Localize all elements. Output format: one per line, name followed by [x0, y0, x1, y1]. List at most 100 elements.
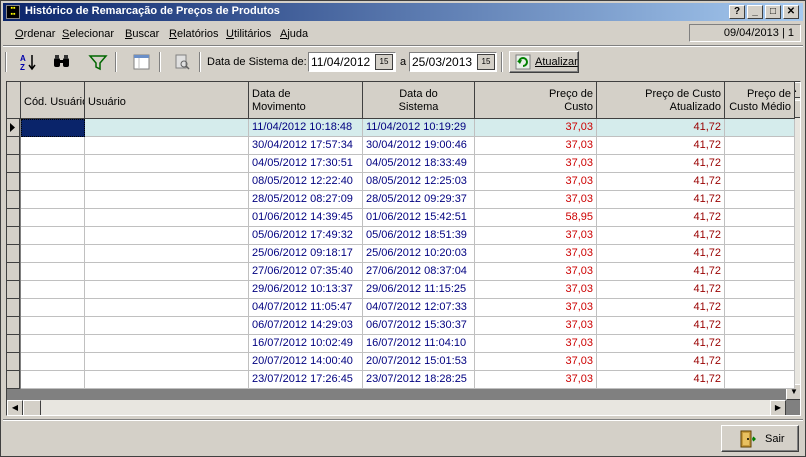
row-header[interactable] — [7, 371, 20, 389]
table-cell[interactable] — [21, 353, 85, 371]
table-cell[interactable]: 11/04/2012 10:18:48 — [249, 119, 363, 137]
table-cell[interactable] — [85, 335, 249, 353]
table-cell[interactable]: 41,72 — [597, 137, 725, 155]
table-cell[interactable]: 41,72 — [597, 371, 725, 389]
table-cell[interactable]: 41,72 — [597, 227, 725, 245]
row-header[interactable] — [7, 263, 20, 281]
row-header[interactable] — [7, 191, 20, 209]
table-cell[interactable] — [725, 335, 795, 353]
table-cell[interactable]: 30/04/2012 19:00:46 — [363, 137, 475, 155]
table-cell[interactable]: 27/06/2012 07:35:40 — [249, 263, 363, 281]
table-cell[interactable] — [21, 371, 85, 389]
table-cell[interactable]: 04/05/2012 17:30:51 — [249, 155, 363, 173]
table-cell[interactable] — [725, 119, 795, 137]
table-cell[interactable] — [85, 299, 249, 317]
column-header[interactable]: Cód. Usuário — [21, 82, 85, 119]
table-cell[interactable]: 37,03 — [475, 353, 597, 371]
menu-ordenar[interactable]: Ordenar — [15, 28, 55, 40]
table-cell[interactable]: 29/06/2012 11:15:25 — [363, 281, 475, 299]
table-cell[interactable] — [21, 137, 85, 155]
calendar-from-icon[interactable]: 15 — [375, 54, 393, 70]
column-header[interactable]: Usuário — [85, 82, 249, 119]
table-cell[interactable]: 23/07/2012 17:26:45 — [249, 371, 363, 389]
binoculars-icon[interactable] — [51, 52, 73, 72]
table-cell[interactable] — [21, 173, 85, 191]
table-cell[interactable]: 30/04/2012 17:57:34 — [249, 137, 363, 155]
grid-view-icon[interactable] — [131, 52, 153, 72]
table-cell[interactable]: 37,03 — [475, 245, 597, 263]
table-cell[interactable]: 28/05/2012 08:27:09 — [249, 191, 363, 209]
table-cell[interactable]: 37,03 — [475, 335, 597, 353]
table-cell[interactable]: 11/04/2012 10:19:29 — [363, 119, 475, 137]
horizontal-scrollbar[interactable]: ◀ ▶ — [7, 400, 786, 415]
table-cell[interactable] — [85, 353, 249, 371]
table-cell[interactable]: 41,72 — [597, 335, 725, 353]
print-preview-icon[interactable] — [171, 52, 193, 72]
table-cell[interactable]: 08/05/2012 12:22:40 — [249, 173, 363, 191]
table-cell[interactable]: 29/06/2012 10:13:37 — [249, 281, 363, 299]
table-cell[interactable] — [725, 263, 795, 281]
table-cell[interactable]: 41,72 — [597, 353, 725, 371]
table-cell[interactable]: 01/06/2012 14:39:45 — [249, 209, 363, 227]
column-header[interactable]: Preço de Custo Médio — [725, 82, 795, 119]
table-cell[interactable]: 37,03 — [475, 119, 597, 137]
row-header[interactable] — [7, 173, 20, 191]
column-header[interactable]: Preço de Custo Atualizado — [597, 82, 725, 119]
table-cell[interactable]: 25/06/2012 09:18:17 — [249, 245, 363, 263]
table-cell[interactable] — [725, 317, 795, 335]
table-cell[interactable]: 28/05/2012 09:29:37 — [363, 191, 475, 209]
table-cell[interactable] — [725, 155, 795, 173]
table-cell[interactable]: 37,03 — [475, 263, 597, 281]
table-cell[interactable]: 20/07/2012 14:00:40 — [249, 353, 363, 371]
table-cell[interactable] — [85, 191, 249, 209]
menu-selecionar[interactable]: Selecionar — [62, 28, 114, 40]
table-cell[interactable] — [21, 227, 85, 245]
table-cell[interactable]: 41,72 — [597, 119, 725, 137]
table-cell[interactable] — [85, 155, 249, 173]
exit-button[interactable]: Sair — [721, 425, 799, 452]
hscroll-thumb[interactable] — [23, 400, 41, 415]
close-button[interactable]: ✕ — [783, 5, 799, 19]
row-header[interactable] — [7, 335, 20, 353]
table-cell[interactable] — [85, 209, 249, 227]
table-cell[interactable]: 08/05/2012 12:25:03 — [363, 173, 475, 191]
table-cell[interactable]: 25/06/2012 10:20:03 — [363, 245, 475, 263]
table-cell[interactable] — [21, 335, 85, 353]
menu-utilitrios[interactable]: Utilitários — [226, 28, 271, 40]
table-cell[interactable] — [85, 137, 249, 155]
table-cell[interactable]: 37,03 — [475, 299, 597, 317]
table-cell[interactable]: 41,72 — [597, 155, 725, 173]
table-cell[interactable]: 37,03 — [475, 317, 597, 335]
table-cell[interactable]: 41,72 — [597, 299, 725, 317]
row-header[interactable] — [7, 227, 20, 245]
row-header[interactable] — [7, 317, 20, 335]
table-cell[interactable] — [725, 209, 795, 227]
minimize-button[interactable]: _ — [747, 5, 763, 19]
table-cell[interactable]: 04/07/2012 11:05:47 — [249, 299, 363, 317]
row-header[interactable] — [7, 353, 20, 371]
table-cell[interactable]: 37,03 — [475, 281, 597, 299]
table-cell[interactable]: 05/06/2012 17:49:32 — [249, 227, 363, 245]
table-cell[interactable]: 41,72 — [597, 263, 725, 281]
table-cell[interactable]: 37,03 — [475, 371, 597, 389]
table-cell[interactable]: 41,72 — [597, 245, 725, 263]
table-cell[interactable] — [725, 191, 795, 209]
table-cell[interactable] — [21, 299, 85, 317]
table-cell[interactable] — [21, 317, 85, 335]
scroll-left-icon[interactable]: ◀ — [7, 400, 23, 415]
maximize-button[interactable]: □ — [765, 5, 781, 19]
column-header[interactable]: Preço de Custo — [475, 82, 597, 119]
menu-buscar[interactable]: Buscar — [125, 28, 159, 40]
column-header[interactable]: Data de Movimento — [249, 82, 363, 119]
row-header[interactable] — [7, 245, 20, 263]
table-cell[interactable]: 01/06/2012 15:42:51 — [363, 209, 475, 227]
scroll-right-icon[interactable]: ▶ — [770, 400, 786, 415]
table-cell[interactable] — [85, 227, 249, 245]
table-cell[interactable] — [725, 245, 795, 263]
row-header[interactable] — [7, 155, 20, 173]
table-cell[interactable]: 37,03 — [475, 155, 597, 173]
table-cell[interactable] — [85, 263, 249, 281]
row-header[interactable] — [7, 119, 20, 137]
table-cell[interactable] — [21, 281, 85, 299]
table-cell[interactable]: 41,72 — [597, 317, 725, 335]
